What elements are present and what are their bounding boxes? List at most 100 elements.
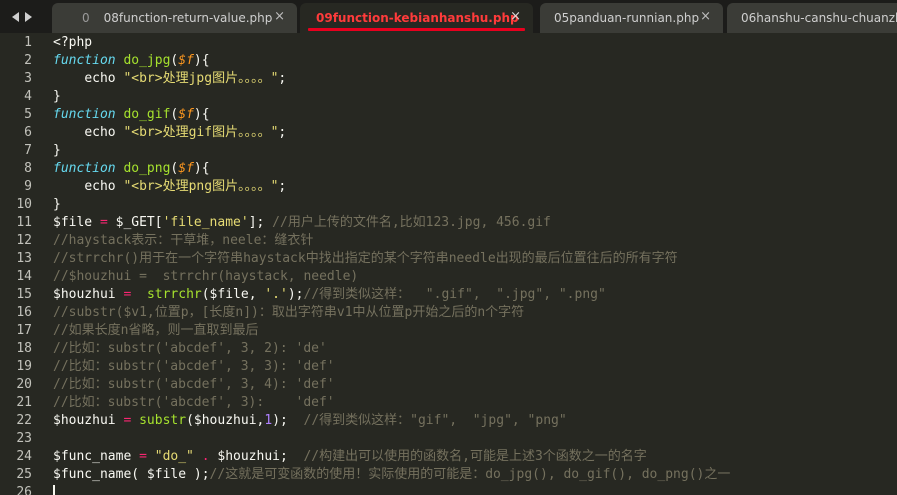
- tab-09function-kebianhanshu[interactable]: 09function-kebianhanshu.php ×: [300, 3, 533, 33]
- code-string: 'file_name': [162, 215, 249, 230]
- code-function-name: substr: [139, 413, 187, 428]
- code-token: $houzhui: [53, 413, 124, 428]
- code-line[interactable]: //比如：substr('abcdef', 3, 2): 'de': [53, 340, 897, 358]
- chevron-right-icon[interactable]: [25, 11, 32, 22]
- code-function-name: strrchr: [146, 287, 202, 302]
- code-token: $houzhui: [53, 287, 124, 302]
- code-keyword: function: [53, 53, 116, 68]
- code-line[interactable]: function do_gif($f){: [53, 106, 897, 124]
- code-param: $f: [178, 107, 194, 122]
- code-token: echo: [84, 71, 116, 86]
- active-tab-underline: [308, 28, 525, 31]
- code-comment: //构建出可以使用的函数名,可能是上述3个函数之一的名字: [303, 449, 647, 464]
- code-area[interactable]: <?php function do_jpg($f){ echo "<br>处理j…: [53, 33, 897, 495]
- code-token: ;: [278, 125, 287, 140]
- line-number: 26: [16, 485, 32, 495]
- code-line[interactable]: echo "<br>处理png图片。。。。";: [53, 178, 897, 196]
- code-line[interactable]: //$houzhui = strrchr(haystack, needle): [53, 268, 897, 286]
- code-line[interactable]: //haystack表示：干草堆，neele：缝衣针: [53, 232, 897, 250]
- code-string: "do_": [154, 449, 194, 464]
- code-comment: //这就是可变函数的使用！实际使用的可能是：do_jpg(), do_gif()…: [209, 467, 731, 482]
- code-function-name: do_png: [123, 161, 171, 176]
- code-token: $func_name( $file );: [53, 467, 210, 482]
- line-number: 20: [16, 377, 32, 392]
- code-token: }: [53, 143, 61, 158]
- close-icon[interactable]: ×: [274, 9, 285, 24]
- code-comment: //比如：substr('abcdef', 3, 3): 'def': [53, 359, 335, 374]
- code-line[interactable]: }: [53, 142, 897, 160]
- line-number: 12: [16, 233, 32, 248]
- code-line[interactable]: }: [53, 196, 897, 214]
- line-number: 1: [24, 35, 32, 50]
- line-number: 9: [24, 179, 32, 194]
- code-line[interactable]: //比如：substr('abcdef', 3, 3): 'def': [53, 358, 897, 376]
- code-token: ;: [278, 71, 287, 86]
- code-comment: //比如：substr('abcdef', 3, 4): 'def': [53, 377, 335, 392]
- code-function-name: do_jpg: [123, 53, 171, 68]
- code-comment: //haystack表示：干草堆，neele：缝衣针: [53, 233, 314, 248]
- code-operator: .: [201, 449, 210, 464]
- line-number: 19: [16, 359, 32, 374]
- code-token: $houzhui;: [209, 449, 304, 464]
- code-line[interactable]: <?php: [53, 34, 897, 52]
- tab-bar: 0 08function-return-value.php × 09functi…: [0, 0, 897, 33]
- code-line[interactable]: //如果长度n省略，则一直取到最后: [53, 322, 897, 340]
- code-line[interactable]: function do_jpg($f){: [53, 52, 897, 70]
- code-editor[interactable]: 1 2 3 4 5 6 7 8 9 10 11 12 13 14 15 16 1…: [0, 33, 897, 495]
- code-token: ($file,: [201, 287, 265, 302]
- code-line[interactable]: [53, 484, 897, 495]
- code-token: echo: [84, 125, 116, 140]
- code-token: }: [53, 89, 61, 104]
- code-comment: //比如：substr('abcdef', 3): 'def': [53, 395, 335, 410]
- text-cursor: [53, 485, 55, 495]
- line-number: 23: [16, 431, 32, 446]
- code-token: $_GET[: [107, 215, 163, 230]
- code-line[interactable]: //substr($v1,位置p，[长度n])：取出字符串v1中从位置p开始之后…: [53, 304, 897, 322]
- code-line[interactable]: //比如：substr('abcdef', 3, 4): 'def': [53, 376, 897, 394]
- code-line[interactable]: function do_png($f){: [53, 160, 897, 178]
- code-line[interactable]: //比如：substr('abcdef', 3): 'def': [53, 394, 897, 412]
- line-number: 13: [16, 251, 32, 266]
- tab-navigation: [0, 0, 44, 33]
- line-number: 25: [16, 467, 32, 482]
- tab-label: 09function-kebianhanshu.php: [316, 11, 519, 25]
- code-token: ){: [193, 107, 210, 122]
- chevron-left-icon[interactable]: [12, 11, 19, 22]
- code-line[interactable]: echo "<br>处理jpg图片。。。。";: [53, 70, 897, 88]
- code-line[interactable]: echo "<br>处理gif图片。。。。";: [53, 124, 897, 142]
- line-number: 7: [24, 143, 32, 158]
- code-line[interactable]: }: [53, 88, 897, 106]
- code-comment: //用户上传的文件名,比如123.jpg, 456.gif: [272, 215, 551, 230]
- line-number: 10: [16, 197, 32, 212]
- code-token: echo: [84, 179, 116, 194]
- code-operator: =: [99, 215, 108, 230]
- code-comment: //$houzhui = strrchr(haystack, needle): [53, 269, 359, 284]
- tab-06hanshu-canshu-chuanzhi[interactable]: 06hanshu-canshu-chuanzhi.p: [727, 3, 897, 33]
- code-token: ($houzhui,: [186, 413, 265, 428]
- code-token: ){: [193, 161, 210, 176]
- code-line[interactable]: //strrchr()用于在一个字符串haystack中找出指定的某个字符串ne…: [53, 250, 897, 268]
- line-number: 3: [24, 71, 32, 86]
- tab-08function-return-value[interactable]: 0 08function-return-value.php ×: [52, 3, 297, 33]
- code-token: <?php: [53, 35, 93, 50]
- code-string: '.': [264, 287, 288, 302]
- code-line[interactable]: $func_name = "do_" . $houzhui; //构建出可以使用…: [53, 448, 897, 466]
- line-number: 16: [16, 305, 32, 320]
- code-token: $func_name: [53, 449, 140, 464]
- code-line[interactable]: $houzhui = substr($houzhui,1); //得到类似这样：…: [53, 412, 897, 430]
- code-line[interactable]: $func_name( $file );//这就是可变函数的使用！实际使用的可能…: [53, 466, 897, 484]
- tab-05panduan-runnian[interactable]: 05panduan-runnian.php ×: [540, 3, 723, 33]
- code-comment: //得到类似这样："gif", "jpg", "png": [303, 413, 567, 428]
- close-icon[interactable]: ×: [700, 9, 711, 24]
- code-line[interactable]: $houzhui = strrchr($file, '.');//得到类似这样：…: [53, 286, 897, 304]
- code-operator: =: [139, 449, 147, 464]
- line-number: 14: [16, 269, 32, 284]
- code-line[interactable]: $file = $_GET['file_name']; //用户上传的文件名,比…: [53, 214, 897, 232]
- line-number: 11: [16, 215, 32, 230]
- code-string: "<br>处理gif图片。。。。": [123, 125, 279, 140]
- close-icon[interactable]: ×: [510, 9, 521, 24]
- code-param: $f: [178, 161, 194, 176]
- code-line[interactable]: [53, 430, 897, 448]
